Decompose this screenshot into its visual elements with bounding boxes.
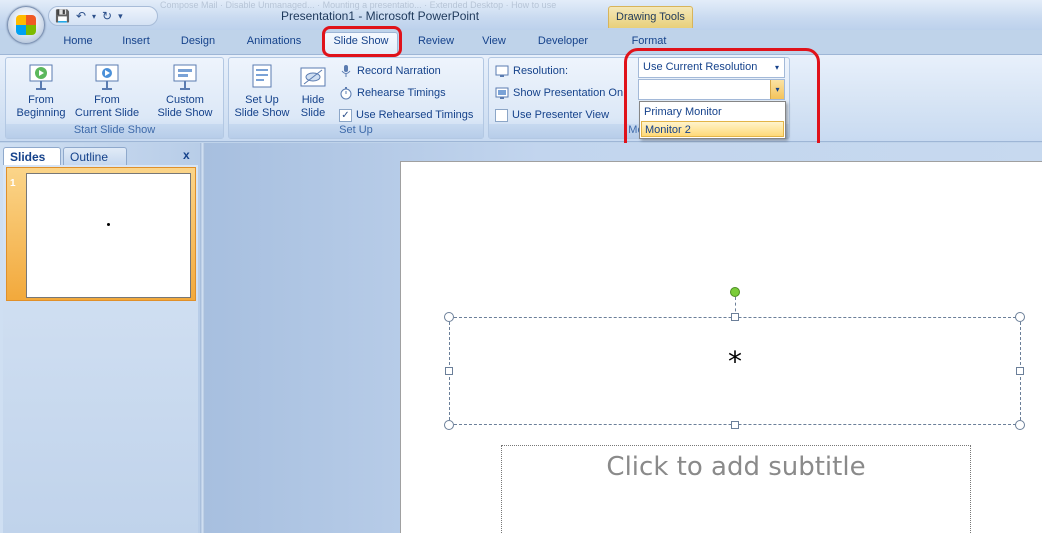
- custom-slide-show-button[interactable]: Custom Slide Show: [149, 62, 221, 120]
- use-rehearsed-timings-checkbox[interactable]: ✓ Use Rehearsed Timings: [339, 107, 473, 123]
- thumbnail-asterisk-dot: [107, 223, 110, 226]
- stopwatch-icon: [339, 86, 353, 100]
- tab-view[interactable]: View: [476, 35, 512, 53]
- play-from-beginning-icon: [26, 62, 56, 92]
- custom-slide-show-icon: [170, 62, 200, 92]
- microphone-icon: [339, 64, 353, 78]
- resize-handle-bottom[interactable]: [731, 421, 739, 429]
- undo-icon[interactable]: ↶: [76, 9, 86, 23]
- hide-slide-icon: [298, 62, 328, 92]
- close-panel-icon[interactable]: x: [183, 148, 190, 162]
- from-beginning-label: From Beginning: [16, 94, 66, 119]
- set-up-slide-show-label: Set Up Slide Show: [234, 94, 290, 119]
- resolution-icon: [495, 64, 509, 78]
- set-up-group-label: Set Up: [229, 124, 483, 138]
- show-presentation-on-label: Show Presentation On:: [513, 87, 627, 99]
- tab-animations[interactable]: Animations: [238, 35, 310, 53]
- monitor-icon: [495, 86, 509, 100]
- office-logo-icon: [16, 15, 36, 35]
- hide-slide-button[interactable]: Hide Slide: [295, 62, 331, 120]
- resize-handle-bottom-left[interactable]: [444, 420, 454, 430]
- subtitle-placeholder-text: Click to add subtitle: [606, 452, 866, 482]
- tab-home[interactable]: Home: [58, 35, 98, 53]
- window-title: Presentation1 - Microsoft PowerPoint: [280, 9, 480, 23]
- rehearse-timings-button[interactable]: Rehearse Timings: [339, 85, 446, 101]
- slide-thumbnail[interactable]: [26, 173, 191, 298]
- resize-handle-right[interactable]: [1016, 367, 1024, 375]
- resize-handle-top[interactable]: [731, 313, 739, 321]
- tab-slides[interactable]: Slides: [3, 147, 61, 165]
- unchecked-box-icon: [495, 108, 508, 122]
- from-beginning-button[interactable]: From Beginning: [10, 62, 72, 120]
- rotation-handle[interactable]: [730, 287, 740, 297]
- redo-icon[interactable]: ↻: [102, 9, 112, 23]
- title-text: *: [728, 345, 742, 378]
- custom-slide-show-label: Custom Slide Show: [157, 94, 213, 119]
- resize-handle-left[interactable]: [445, 367, 453, 375]
- use-rehearsed-timings-label: Use Rehearsed Timings: [356, 109, 474, 121]
- slide-show-tab-highlight: [322, 26, 402, 57]
- set-up-slide-show-icon: [247, 62, 277, 92]
- rehearse-timings-label: Rehearse Timings: [357, 87, 446, 99]
- record-narration-label: Record Narration: [357, 65, 441, 77]
- resolution-label: Resolution:: [513, 65, 569, 77]
- use-presenter-view-checkbox[interactable]: Use Presenter View: [495, 107, 609, 123]
- resize-handle-top-left[interactable]: [444, 312, 454, 322]
- resolution-label-row: Resolution:: [495, 63, 568, 79]
- tab-developer[interactable]: Developer: [530, 35, 596, 53]
- quick-access-toolbar: 💾 ↶ ▾ ↻ ▾: [48, 6, 158, 26]
- start-slide-show-group-label: Start Slide Show: [6, 124, 223, 138]
- panel-tabs: Slides Outline x: [3, 147, 196, 165]
- from-current-slide-label: From Current Slide: [74, 94, 140, 119]
- use-presenter-view-label: Use Presenter View: [512, 109, 610, 121]
- set-up-slide-show-button[interactable]: Set Up Slide Show: [231, 62, 293, 120]
- tab-insert[interactable]: Insert: [113, 35, 159, 53]
- from-current-slide-button[interactable]: From Current Slide: [72, 62, 142, 120]
- undo-dropdown-icon[interactable]: ▾: [92, 12, 96, 21]
- tab-outline[interactable]: Outline: [63, 147, 127, 165]
- show-presentation-on-label-row: Show Presentation On:: [495, 85, 626, 101]
- save-icon[interactable]: 💾: [55, 9, 70, 23]
- tab-review[interactable]: Review: [411, 35, 461, 53]
- ribbon: From Beginning From Current Slide Custom…: [0, 54, 1042, 142]
- checkmark-icon: ✓: [339, 108, 352, 122]
- drawing-tools-context-tab: Drawing Tools: [608, 6, 693, 28]
- play-from-current-icon: [92, 62, 122, 92]
- slide-number: 1: [10, 178, 16, 189]
- office-button[interactable]: [7, 6, 45, 44]
- start-slide-show-group: From Beginning From Current Slide Custom…: [5, 57, 224, 139]
- hide-slide-label: Hide Slide: [300, 94, 326, 119]
- tab-design[interactable]: Design: [173, 35, 223, 53]
- customize-qat-icon[interactable]: ▾: [118, 11, 123, 22]
- record-narration-button[interactable]: Record Narration: [339, 63, 441, 79]
- set-up-group: Set Up Slide Show Hide Slide Record Narr…: [228, 57, 484, 139]
- resize-handle-bottom-right[interactable]: [1015, 420, 1025, 430]
- resize-handle-top-right[interactable]: [1015, 312, 1025, 322]
